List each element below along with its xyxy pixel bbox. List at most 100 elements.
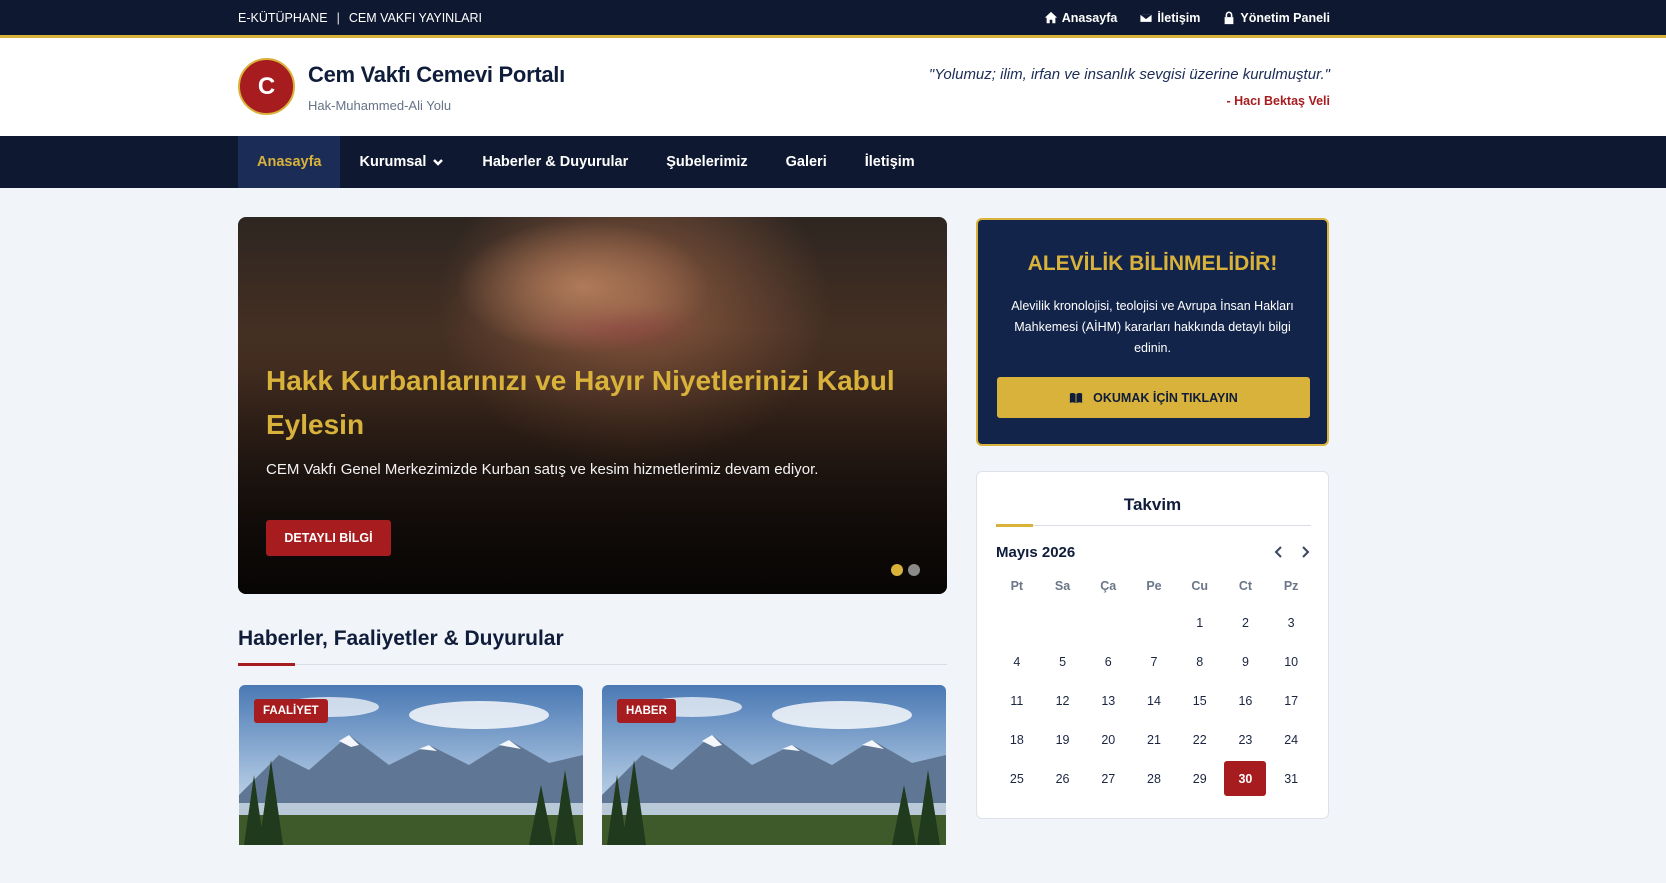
weekday-label: Ct [1238,579,1253,593]
calendar-day[interactable]: 16 [1223,681,1269,720]
chevron-right-icon [1302,546,1310,558]
calendar-week: 1 2 3 [994,603,1314,642]
site-header: C Cem Vakfı Cemevi Portalı Hak-Muhammed-… [0,38,1666,136]
slide-detail-button[interactable]: DETAYLI BİLGİ [266,520,391,556]
calendar-day[interactable]: 4 [994,642,1040,681]
lock-icon [1225,11,1234,24]
calendar-day[interactable]: 20 [1085,720,1131,759]
slider-dots [891,564,920,576]
hero-slider[interactable]: Hakk Kurbanlarınızı ve Hayır Niyetlerini… [238,217,947,594]
calendar-widget: Takvim Mayıs 2026 Pt Sa Ça Pe Cu Ct Pz 1… [976,471,1329,819]
calendar-day[interactable]: 11 [994,681,1040,720]
home-icon [1044,11,1057,23]
topbar-home-link[interactable]: Anasayfa [1044,10,1118,25]
calendar-day[interactable]: 3 [1268,603,1314,642]
calendar-day[interactable]: 2 [1223,603,1269,642]
alevilik-promo-box: ALEVİLİK BİLİNMELİDİR! Alevilik kronoloj… [976,218,1329,446]
chevron-down-icon [433,159,444,166]
promo-read-button[interactable]: OKUMAK İÇİN TIKLAYIN [997,377,1310,418]
weekday-label: Pt [1010,579,1024,593]
calendar-weekdays: Pt Sa Ça Pe Cu Ct Pz [994,569,1314,603]
news-section-divider [238,663,947,666]
calendar-day[interactable]: 27 [1085,759,1131,798]
separator: | [336,10,340,25]
calendar-day[interactable]: 28 [1131,759,1177,798]
calendar-day[interactable]: 22 [1177,720,1223,759]
calendar-empty-cell [1040,603,1086,642]
weekday-label: Pz [1283,579,1299,593]
nav-item-corporate[interactable]: Kurumsal [340,136,463,188]
topbar-contact-link[interactable]: İletişim [1139,11,1200,25]
nav-item-branches[interactable]: Şubelerimiz [647,136,766,188]
calendar-day[interactable]: 23 [1223,720,1269,759]
site-title[interactable]: Cem Vakfı Cemevi Portalı [308,62,565,88]
nav-item-home[interactable]: Anasayfa [238,136,341,188]
calendar-day[interactable]: 7 [1131,642,1177,681]
site-subtitle: Hak-Muhammed-Ali Yolu [308,98,452,113]
top-bar: E-KÜTÜPHANE | CEM VAKFI YAYINLARI Anasay… [0,0,1666,38]
calendar-day[interactable]: 6 [1085,642,1131,681]
calendar-day[interactable]: 21 [1131,720,1177,759]
calendar-day[interactable]: 17 [1268,681,1314,720]
weekday-label: Sa [1054,579,1071,593]
news-card[interactable]: FAALİYET [239,685,583,845]
promo-text: Alevilik kronolojisi, teolojisi ve Avrup… [1011,299,1294,355]
calendar-day[interactable]: 19 [1040,720,1086,759]
calendar-day-today[interactable]: 30 [1223,759,1269,798]
nav-item-corporate-label: Kurumsal [359,154,427,170]
calendar-day[interactable]: 5 [1040,642,1086,681]
calendar-week: 11 12 13 14 15 16 17 [994,681,1314,720]
calendar-day[interactable]: 15 [1177,681,1223,720]
calendar-day[interactable]: 12 [1040,681,1086,720]
calendar-next-button[interactable] [1297,544,1315,562]
calendar-prev-button[interactable] [1271,544,1289,562]
calendar-empty-cell [1131,603,1177,642]
calendar-month: Mayıs 2026 [996,544,1076,561]
divider-accent [996,524,1033,527]
calendar-empty-cell [994,603,1040,642]
topbar-contact-label: İletişim [1157,10,1201,25]
calendar-empty-cell [1085,603,1131,642]
calendar-day[interactable]: 9 [1223,642,1269,681]
calendar-day[interactable]: 18 [994,720,1040,759]
book-icon [1070,392,1083,403]
calendar-day[interactable]: 10 [1268,642,1314,681]
site-logo[interactable]: C [238,58,295,115]
nav-item-news[interactable]: Haberler & Duyurular [463,136,647,188]
calendar-divider [996,524,1311,527]
calendar-day[interactable]: 25 [994,759,1040,798]
envelope-icon [1139,12,1153,23]
quote-author: - Hacı Bektaş Veli [1226,94,1330,108]
news-section-title: Haberler, Faaliyetler & Duyurular [238,627,564,650]
calendar-day[interactable]: 31 [1268,759,1314,798]
nav-item-gallery[interactable]: Galeri [767,136,846,188]
slide-description: CEM Vakfı Genel Merkezimizde Kurban satı… [266,461,819,478]
slider-dot-1[interactable] [891,564,903,576]
nav-item-contact[interactable]: İletişim [846,136,934,188]
calendar-title: Takvim [1123,495,1182,514]
calendar-day[interactable]: 24 [1268,720,1314,759]
calendar-day[interactable]: 13 [1085,681,1131,720]
library-link[interactable]: E-KÜTÜPHANE [238,11,328,25]
calendar-day[interactable]: 1 [1177,603,1223,642]
category-badge: HABER [617,699,676,723]
calendar-day[interactable]: 8 [1177,642,1223,681]
topbar-admin-link[interactable]: Yönetim Paneli [1222,11,1330,25]
calendar-day[interactable]: 14 [1131,681,1177,720]
slider-dot-2[interactable] [908,564,920,576]
calendar-day[interactable]: 26 [1040,759,1086,798]
publications-link[interactable]: CEM VAKFI YAYINLARI [349,11,482,25]
weekday-label: Ça [1100,579,1117,593]
calendar-grid: Pt Sa Ça Pe Cu Ct Pz 1 2 3 4 5 6 7 8 9 1… [994,569,1314,798]
promo-title: ALEVİLİK BİLİNMELİDİR! [1027,252,1278,275]
news-card[interactable]: HABER [602,685,946,845]
calendar-day[interactable]: 29 [1177,759,1223,798]
weekday-label: Pe [1146,579,1162,593]
calendar-week: 25 26 27 28 29 30 31 [994,759,1314,798]
topbar-home-label: Anasayfa [1061,10,1118,25]
topbar-admin-label: Yönetim Paneli [1240,10,1330,25]
calendar-week: 18 19 20 21 22 23 24 [994,720,1314,759]
promo-button-label: OKUMAK İÇİN TIKLAYIN [1093,390,1238,405]
slide-title: Hakk Kurbanlarınızı ve Hayır Niyetlerini… [266,365,895,440]
calendar-week: 4 5 6 7 8 9 10 [994,642,1314,681]
